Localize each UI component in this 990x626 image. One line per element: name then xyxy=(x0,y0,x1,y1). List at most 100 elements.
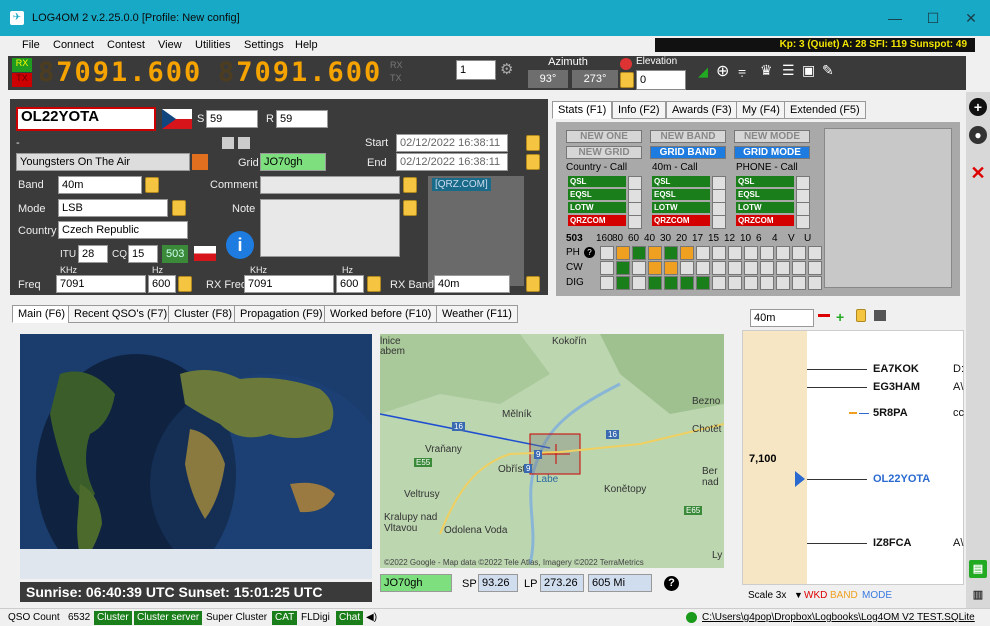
note-lock-icon[interactable] xyxy=(403,200,417,216)
rxfreq-lock-icon[interactable] xyxy=(367,276,381,292)
end-input[interactable]: 02/12/2022 16:38:11 xyxy=(396,153,508,171)
radio-icon[interactable]: ▣ xyxy=(802,62,815,79)
country-select[interactable]: Czech Republic xyxy=(58,221,188,239)
spot-call-own[interactable]: OL22YOTA xyxy=(873,473,930,485)
vfo-spin[interactable]: 1 xyxy=(456,60,496,80)
chevron-down-icon[interactable]: ▼ xyxy=(794,590,803,600)
new-mode-button[interactable]: NEW MODE xyxy=(734,130,810,143)
greyline-map[interactable] xyxy=(20,334,372,579)
toggle-box-1[interactable] xyxy=(222,137,234,149)
menu-contest[interactable]: Contest xyxy=(107,39,145,51)
tab-info[interactable]: Info (F2) xyxy=(612,101,666,119)
add-icon[interactable]: + xyxy=(969,98,987,116)
comment-input[interactable] xyxy=(260,176,400,194)
menu-view[interactable]: View xyxy=(158,39,182,51)
database-path[interactable]: C:\Users\g4pop\Dropbox\Logbooks\Log4OM V… xyxy=(702,612,975,623)
freq-lock-icon[interactable] xyxy=(178,276,192,292)
freq-khz-input[interactable]: 7091 xyxy=(56,275,146,293)
menu-connect[interactable]: Connect xyxy=(53,39,94,51)
azimuth-lp[interactable]: 273° xyxy=(572,70,618,88)
tab-recent[interactable]: Recent QSO's (F7) xyxy=(68,305,174,323)
tab-worked-before[interactable]: Worked before (F10) xyxy=(324,305,438,323)
new-one-button[interactable]: NEW ONE xyxy=(566,130,642,143)
list-icon[interactable]: ☰ xyxy=(782,62,795,79)
help-icon[interactable]: ? xyxy=(584,247,595,258)
spot-call[interactable]: 5R8PA xyxy=(873,407,908,419)
rxband-select[interactable]: 40m xyxy=(434,275,510,293)
mode-lock-icon[interactable] xyxy=(172,200,186,216)
bandmap-lock-icon[interactable] xyxy=(856,309,866,322)
maximize-button[interactable]: ☐ xyxy=(918,8,948,28)
panel-icon[interactable]: ▤ xyxy=(969,560,987,578)
close-button[interactable]: ✕ xyxy=(956,8,986,28)
grid-input[interactable]: JO70gh xyxy=(260,153,326,171)
band-lock-icon[interactable] xyxy=(145,177,159,193)
spot-call[interactable]: IZ8FCA xyxy=(873,537,912,549)
minimize-button[interactable]: — xyxy=(880,8,910,28)
bandmap-band-select[interactable]: 40m xyxy=(750,309,814,327)
status-cat[interactable]: CAT xyxy=(272,611,298,625)
menu-utilities[interactable]: Utilities xyxy=(195,39,230,51)
mode-select[interactable]: LSB xyxy=(58,199,168,217)
signal-icon[interactable]: ◢ xyxy=(698,64,708,80)
world-icon[interactable]: ● xyxy=(969,126,987,144)
help-icon[interactable]: ? xyxy=(664,576,679,591)
status-chat[interactable]: Chat xyxy=(336,611,364,625)
end-lock-icon[interactable] xyxy=(526,154,540,170)
new-grid-button[interactable]: NEW GRID xyxy=(566,146,642,159)
name-input[interactable]: Youngsters On The Air xyxy=(16,153,190,171)
bandmap[interactable]: 7,100 EA7KOK D: EG3HAM A\ 5R8PA cc OL22Y… xyxy=(742,330,964,585)
status-cluster[interactable]: Cluster xyxy=(94,611,132,625)
crown-icon[interactable]: ♛ xyxy=(760,62,773,79)
rst-sent-select[interactable]: 59 xyxy=(206,110,258,128)
status-super-cluster[interactable]: Super Cluster xyxy=(206,612,267,623)
local-map[interactable]: Mělník Vraňany Obříství Veltrusy Kralupy… xyxy=(380,334,724,568)
speaker-icon[interactable]: ◀) xyxy=(366,612,377,623)
menu-help[interactable]: Help xyxy=(295,39,318,51)
tab-awards[interactable]: Awards (F3) xyxy=(666,101,738,119)
comment-lock-icon[interactable] xyxy=(403,177,417,193)
itu-select[interactable]: 28 xyxy=(78,245,108,263)
zoom-out-icon[interactable] xyxy=(818,314,830,317)
rxband-lock-icon[interactable] xyxy=(526,276,540,292)
tab-my[interactable]: My (F4) xyxy=(736,101,786,119)
spot-call[interactable]: EG3HAM xyxy=(873,381,920,393)
rst-rcvd-select[interactable]: 59 xyxy=(276,110,328,128)
vfo-a-display[interactable]: 87091.600 xyxy=(38,58,202,88)
callsign-input[interactable]: OL22YOTA xyxy=(16,107,156,131)
rotor-stop-icon[interactable] xyxy=(620,58,632,70)
start-lock-icon[interactable] xyxy=(526,135,540,151)
menu-settings[interactable]: Settings xyxy=(244,39,284,51)
elevation-input[interactable]: 0 xyxy=(636,70,686,90)
vfo-b-display[interactable]: 87091.600 xyxy=(218,58,382,88)
freq-hz-input[interactable]: 600 xyxy=(148,275,176,293)
start-input[interactable]: 02/12/2022 16:38:11 xyxy=(396,134,508,152)
rxfreq-hz-input[interactable]: 600 xyxy=(336,275,364,293)
gear-icon[interactable]: ⚙ xyxy=(500,60,516,78)
note-input[interactable] xyxy=(260,199,400,257)
bars-icon[interactable]: ▥ xyxy=(969,586,987,604)
band-select[interactable]: 40m xyxy=(58,176,142,194)
spot-call[interactable]: EA7KOK xyxy=(873,363,919,375)
zoom-in-icon[interactable]: + xyxy=(836,309,844,325)
menu-file[interactable]: File xyxy=(22,39,40,51)
tab-weather[interactable]: Weather (F11) xyxy=(436,305,518,323)
tab-extended[interactable]: Extended (F5) xyxy=(784,101,866,119)
new-band-button[interactable]: NEW BAND xyxy=(650,130,726,143)
pen-icon[interactable]: ✎ xyxy=(822,62,834,79)
grid-mode-button[interactable]: GRID MODE xyxy=(734,146,810,159)
azimuth-sp[interactable]: 93° xyxy=(528,70,568,88)
tab-main[interactable]: Main (F6) xyxy=(12,305,72,323)
status-cluster-server[interactable]: Cluster server xyxy=(134,611,203,625)
tab-stats[interactable]: Stats (F1) xyxy=(552,101,613,119)
toggle-box-2[interactable] xyxy=(238,137,250,149)
camera-icon[interactable] xyxy=(874,310,886,321)
globe-icon[interactable]: ⊕ xyxy=(716,61,729,81)
qrz-lookup-icon[interactable] xyxy=(192,154,208,170)
delete-icon[interactable]: ✕ xyxy=(969,164,987,182)
rxfreq-khz-input[interactable]: 7091 xyxy=(244,275,334,293)
tab-cluster[interactable]: Cluster (F8) xyxy=(168,305,239,323)
info-icon[interactable]: i xyxy=(226,231,254,259)
status-fldigi[interactable]: FLDigi xyxy=(301,612,330,623)
cq-select[interactable]: 15 xyxy=(128,245,158,263)
